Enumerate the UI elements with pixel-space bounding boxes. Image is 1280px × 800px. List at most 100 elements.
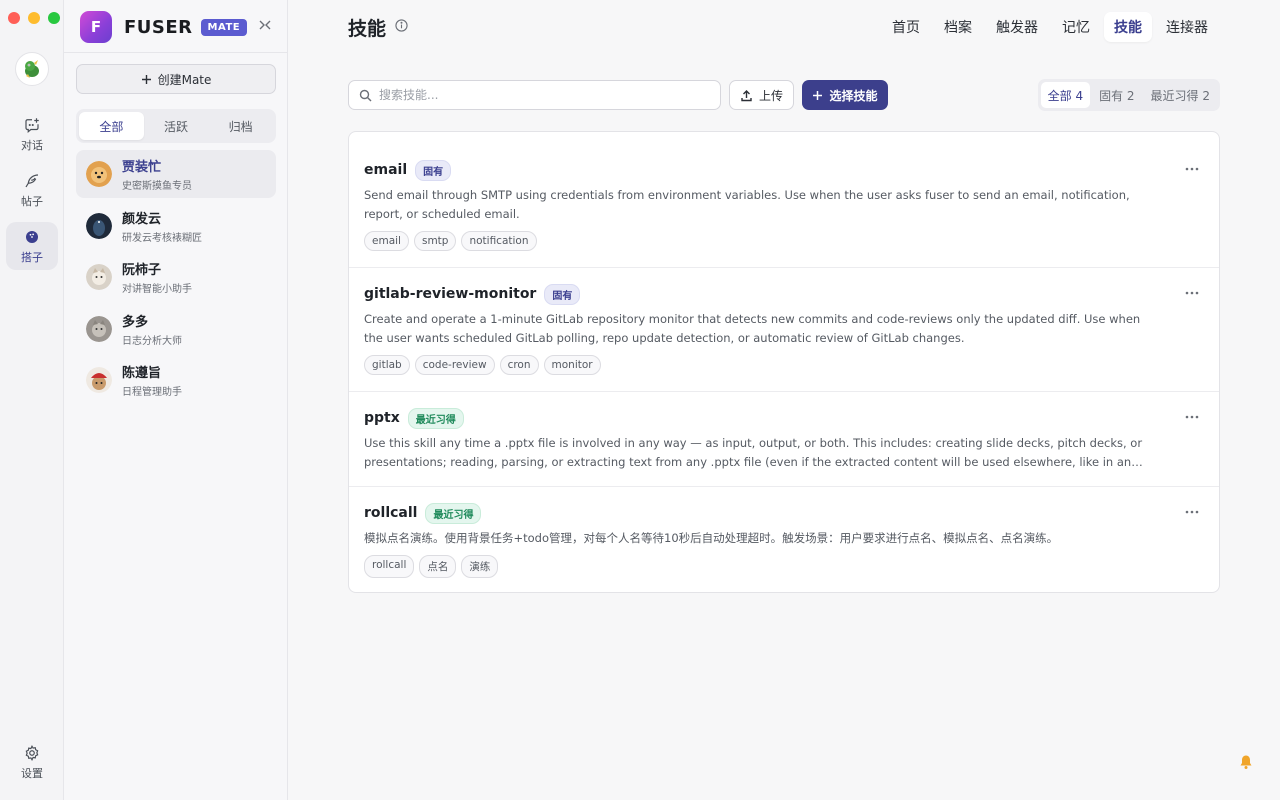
nav-profile[interactable]: 档案 bbox=[934, 12, 982, 42]
skill-name: rollcall bbox=[364, 505, 418, 521]
skill-tag: email bbox=[364, 231, 409, 251]
skill-search-input[interactable] bbox=[379, 88, 699, 102]
skill-card[interactable]: pptx 最近习得 Use this skill any time a .ppt… bbox=[349, 392, 1219, 487]
mate-item[interactable]: 阮柿子 对讲智能小助手 bbox=[76, 253, 276, 301]
rail-item-chat[interactable]: 对话 bbox=[6, 110, 58, 158]
top-nav: 首页 档案 触发器 记忆 技能 连接器 bbox=[882, 12, 1218, 42]
mate-item[interactable]: 颜发云 研发云考核裱糊匠 bbox=[76, 202, 276, 250]
nav-connectors[interactable]: 连接器 bbox=[1156, 12, 1218, 42]
upload-button[interactable]: 上传 bbox=[729, 80, 794, 110]
skill-badge: 最近习得 bbox=[425, 502, 482, 524]
skill-card[interactable]: rollcall 最近习得 模拟点名演练。使用背景任务+todo管理，对每个人名… bbox=[349, 487, 1219, 592]
plus-icon bbox=[141, 74, 151, 84]
skill-name: pptx bbox=[364, 410, 400, 426]
mate-name: 贾装忙 bbox=[122, 160, 162, 175]
mate-item[interactable]: 陈遵旨 日程管理助手 bbox=[76, 356, 276, 404]
notification-bell-icon[interactable] bbox=[1238, 754, 1254, 770]
tab-active[interactable]: 活跃 bbox=[144, 112, 209, 140]
app-logo: F bbox=[80, 11, 112, 43]
skill-tag: rollcall bbox=[364, 555, 415, 578]
skill-desc: Use this skill any time a .pptx file is … bbox=[364, 436, 1143, 469]
brand-badge: MATE bbox=[200, 18, 248, 36]
select-skill-button[interactable]: 选择技能 bbox=[802, 80, 888, 110]
mate-filter-tabs: 全部 活跃 归档 bbox=[76, 109, 276, 143]
plus-icon bbox=[813, 90, 823, 100]
rail-item-posts[interactable]: 帖子 bbox=[6, 166, 58, 214]
create-mate-button[interactable]: 创建Mate bbox=[76, 64, 276, 94]
skill-tag: gitlab bbox=[364, 355, 410, 375]
mate-name: 多多 bbox=[122, 314, 149, 330]
skill-desc: Create and operate a 1-minute GitLab rep… bbox=[364, 312, 1141, 345]
skill-tag: notification bbox=[461, 231, 537, 251]
more-icon[interactable] bbox=[1183, 160, 1201, 178]
skill-card[interactable]: gitlab-review-monitor 固有 Create and oper… bbox=[349, 268, 1219, 392]
settings-label: 设置 bbox=[21, 766, 43, 780]
user-avatar[interactable] bbox=[15, 52, 49, 86]
close-window-button[interactable] bbox=[8, 12, 20, 24]
rail-item-chat-label: 对话 bbox=[21, 138, 43, 152]
skill-tag: 演练 bbox=[461, 555, 499, 578]
brand-header: F FUSER MATE bbox=[80, 10, 275, 44]
feather-icon bbox=[25, 173, 39, 187]
skill-tag: monitor bbox=[543, 355, 601, 375]
collapse-sidebar-icon[interactable] bbox=[255, 18, 275, 36]
rail-item-mates[interactable]: 搭子 bbox=[6, 222, 58, 270]
rail-item-mates-label: 搭子 bbox=[21, 250, 43, 264]
brand-name: FUSER bbox=[124, 16, 193, 38]
mate-desc: 对讲智能小助手 bbox=[122, 284, 192, 295]
skill-badge: 最近习得 bbox=[407, 407, 464, 429]
nav-memory[interactable]: 记忆 bbox=[1052, 12, 1100, 42]
skill-desc: 模拟点名演练。使用背景任务+todo管理，对每个人名等待10秒后自动处理超时。触… bbox=[364, 531, 1059, 545]
upload-icon bbox=[741, 89, 752, 101]
filter-learned[interactable]: 最近习得 2 bbox=[1144, 82, 1217, 108]
mate-desc: 史密斯摸鱼专员 bbox=[122, 181, 192, 192]
skill-badge: 固有 bbox=[544, 283, 581, 305]
skill-tag: cron bbox=[499, 355, 539, 375]
rail-item-settings[interactable]: 设置 bbox=[6, 738, 58, 786]
mate-name: 颜发云 bbox=[122, 211, 162, 227]
bowling-ball-icon bbox=[26, 230, 38, 243]
skill-name: email bbox=[364, 162, 408, 178]
mate-list: 贾装忙 史密斯摸鱼专员 颜发云 研发云考核裱糊匠 阮柿子 对讲智能小助手 多多 … bbox=[76, 150, 276, 408]
mate-name: 阮柿子 bbox=[122, 263, 162, 278]
mate-desc: 日程管理助手 bbox=[122, 387, 182, 398]
nav-home[interactable]: 首页 bbox=[882, 12, 930, 42]
skill-search-box bbox=[348, 80, 721, 110]
bird-avatar bbox=[86, 212, 112, 239]
dog-avatar bbox=[86, 161, 112, 187]
filter-inherent[interactable]: 固有 2 bbox=[1092, 82, 1141, 108]
mate-desc: 日志分析大师 bbox=[122, 335, 182, 347]
mate-item[interactable]: 贾装忙 史密斯摸鱼专员 bbox=[76, 150, 276, 198]
skill-list: email 固有 Send email through SMTP using c… bbox=[348, 131, 1220, 593]
more-icon[interactable] bbox=[1183, 284, 1201, 302]
nav-skills[interactable]: 技能 bbox=[1104, 12, 1152, 42]
nav-triggers[interactable]: 触发器 bbox=[986, 12, 1048, 42]
skill-filter: 全部 4 固有 2 最近习得 2 bbox=[1037, 79, 1220, 111]
mate-item[interactable]: 多多 日志分析大师 bbox=[76, 305, 276, 353]
skill-card[interactable]: email 固有 Send email through SMTP using c… bbox=[349, 132, 1219, 268]
dragon-avatar-icon bbox=[25, 60, 39, 78]
upload-label: 上传 bbox=[758, 88, 783, 103]
kitten-avatar bbox=[86, 264, 112, 290]
main-panel: 技能 首页 档案 触发器 记忆 技能 连接器 上传 选择技能 全部 4 固有 2… bbox=[288, 0, 1280, 800]
tab-all[interactable]: 全部 bbox=[79, 112, 144, 140]
more-icon[interactable] bbox=[1183, 503, 1201, 521]
page-title: 技能 bbox=[348, 18, 387, 40]
window-controls bbox=[8, 12, 60, 24]
info-icon[interactable] bbox=[395, 19, 408, 32]
search-icon bbox=[359, 89, 372, 101]
skill-tag: 点名 bbox=[419, 555, 457, 578]
create-mate-label: 创建Mate bbox=[157, 72, 212, 87]
skill-tags: rollcall 点名 演练 bbox=[364, 555, 1143, 578]
filter-all[interactable]: 全部 4 bbox=[1040, 82, 1091, 108]
mate-name: 陈遵旨 bbox=[122, 366, 162, 381]
mate-desc: 研发云考核裱糊匠 bbox=[122, 232, 202, 244]
sidebar-divider bbox=[64, 52, 287, 53]
skill-tag: code-review bbox=[414, 355, 495, 375]
minimize-window-button[interactable] bbox=[28, 12, 40, 24]
skill-desc: Send email through SMTP using credential… bbox=[364, 188, 1130, 221]
tab-archived[interactable]: 归档 bbox=[208, 112, 273, 140]
rail-item-posts-label: 帖子 bbox=[21, 194, 43, 208]
more-icon[interactable] bbox=[1183, 408, 1201, 426]
maximize-window-button[interactable] bbox=[48, 12, 60, 24]
